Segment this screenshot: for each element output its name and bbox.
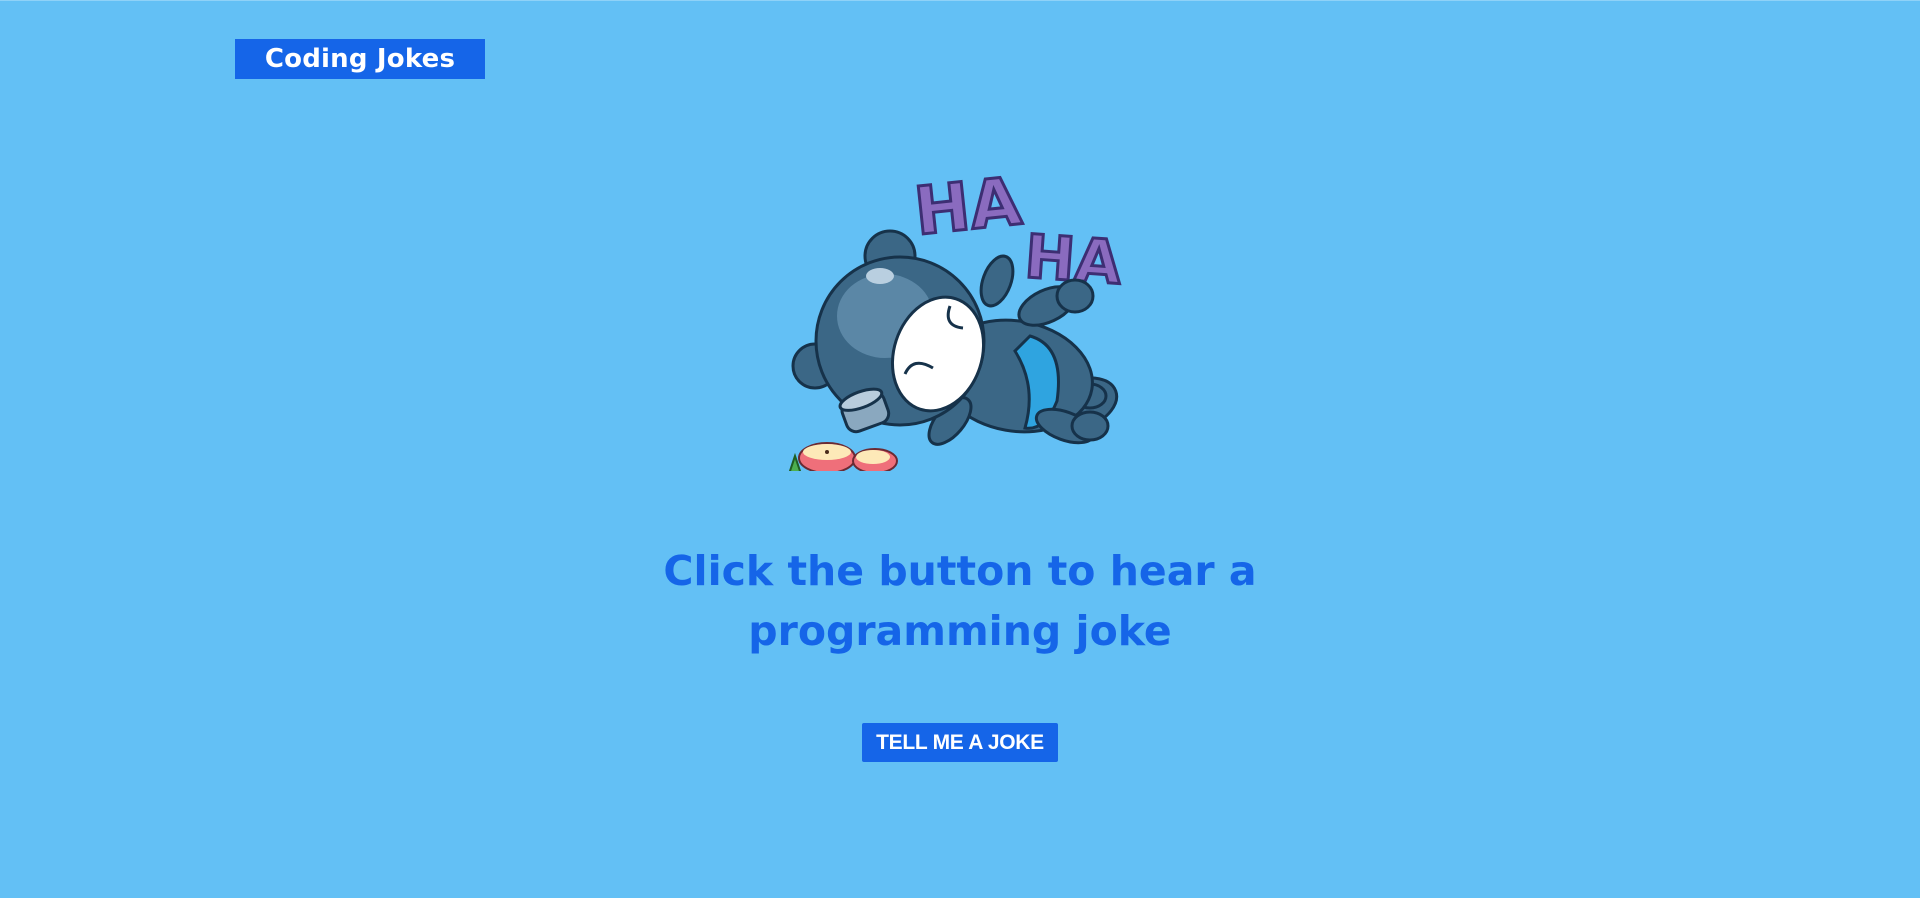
joke-prompt-heading: Click the button to hear a programming j… (663, 547, 1257, 655)
apple-icon (787, 442, 898, 475)
brand-logo[interactable]: Coding Jokes (235, 39, 485, 79)
page: Coding Jokes HA HA Click the button to h… (0, 0, 1920, 898)
laughing-ninja-bear-icon: HA HA (775, 156, 1145, 476)
tell-joke-button[interactable]: TELL ME A JOKE (862, 723, 1058, 762)
haha-text-1: HA (911, 163, 1025, 251)
